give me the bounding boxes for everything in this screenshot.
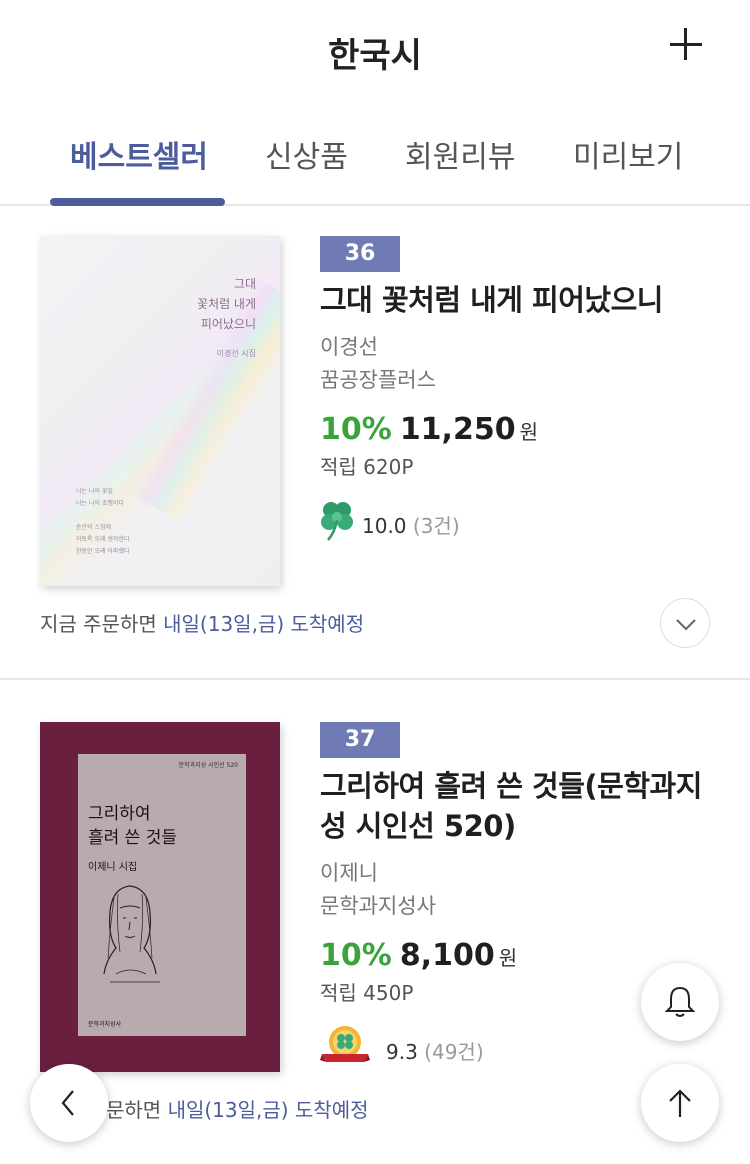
active-tab-indicator: [50, 198, 225, 206]
arrow-up-icon: [669, 1089, 691, 1117]
product-title[interactable]: 그리하여 흘려 쓴 것들(문학과지성 시인선 520): [320, 766, 720, 846]
bell-icon: [664, 986, 696, 1017]
product-item[interactable]: 그대 꽃처럼 내게 피어났으니 이경선 시집 너는 나의 꽃잎 너는 나의 초행…: [0, 208, 750, 680]
back-button[interactable]: [30, 1064, 108, 1142]
app-header: 한국시: [0, 0, 750, 100]
cover-poem: 너는 나의 꽃잎 너는 나의 초행이다 순간의 스침에 이토록 오래 생각한다 …: [76, 488, 130, 555]
product-title[interactable]: 그대 꽃처럼 내게 피어났으니: [320, 280, 720, 320]
portrait-drawing: [103, 885, 160, 983]
tab-bestseller[interactable]: 베스트셀러: [70, 132, 208, 176]
product-author[interactable]: 이제니: [320, 856, 720, 890]
rank-badge: 37: [320, 722, 400, 758]
discount-rate: 10%: [320, 412, 392, 447]
chevron-left-icon: [61, 1090, 74, 1116]
currency-label: 원: [498, 946, 518, 970]
product-author[interactable]: 이경선: [320, 330, 720, 364]
cover-panel: 문학과지성 시인선 520 그리하여 흘려 쓴 것들 이제니 시집 문학과지성사: [78, 754, 246, 1036]
cover-author: 이경선 시집: [216, 349, 256, 358]
price-row: 10% 11,250 원: [320, 412, 720, 452]
clover-icon: [321, 502, 353, 541]
feel-lucky-badge-icon: [320, 1026, 370, 1062]
rank-badge: 36: [320, 236, 400, 272]
cover-publisher: 문학과지성사: [88, 1021, 122, 1028]
rating-score: 9.3 (49건): [386, 1040, 484, 1064]
tab-preview[interactable]: 미리보기: [573, 132, 683, 176]
product-item[interactable]: 문학과지성 시인선 520 그리하여 흘려 쓴 것들 이제니 시집 문학과지성사…: [0, 684, 750, 1164]
tab-bar: 베스트셀러 신상품 회원리뷰 미리보기: [0, 110, 750, 206]
rating-score: 10.0 (3건): [362, 514, 460, 538]
book-cover[interactable]: 문학과지성 시인선 520 그리하여 흘려 쓴 것들 이제니 시집 문학과지성사: [40, 722, 280, 1072]
cover-title: 그리하여 흘려 쓴 것들: [88, 804, 178, 848]
chevron-down-icon: [676, 619, 696, 631]
cover-series: 문학과지성 시인선 520: [178, 762, 238, 769]
currency-label: 원: [519, 420, 538, 444]
cover-title: 그대 꽃처럼 내게 피어났으니: [196, 277, 256, 331]
sale-price: 11,250: [399, 412, 516, 447]
delivery-info: 지금 주문하면 내일(13일,금) 도착예정: [40, 612, 365, 636]
scroll-top-button[interactable]: [641, 1064, 719, 1142]
reward-points: 적립 620P: [320, 455, 414, 479]
product-publisher[interactable]: 꿈공장플러스: [320, 364, 720, 396]
discount-rate: 10%: [320, 938, 392, 973]
sale-price: 8,100: [399, 938, 495, 973]
delivery-info: 문하면 내일(13일,금) 도착예정: [106, 1098, 369, 1122]
book-cover[interactable]: 그대 꽃처럼 내게 피어났으니 이경선 시집 너는 나의 꽃잎 너는 나의 초행…: [40, 236, 280, 586]
product-publisher[interactable]: 문학과지성사: [320, 890, 720, 922]
plus-icon[interactable]: [666, 24, 706, 64]
tab-new-products[interactable]: 신상품: [265, 132, 348, 176]
tab-member-reviews[interactable]: 회원리뷰: [405, 132, 515, 176]
notification-button[interactable]: [641, 963, 719, 1041]
product-info: 36 그대 꽃처럼 내게 피어났으니 이경선 꿈공장플러스 10% 11,250 원…: [320, 236, 720, 548]
rating-row[interactable]: 10.0 (3건): [320, 498, 720, 548]
expand-button[interactable]: [660, 598, 710, 648]
cover-author: 이제니 시집: [88, 862, 138, 873]
page-title: 한국시: [328, 36, 422, 76]
